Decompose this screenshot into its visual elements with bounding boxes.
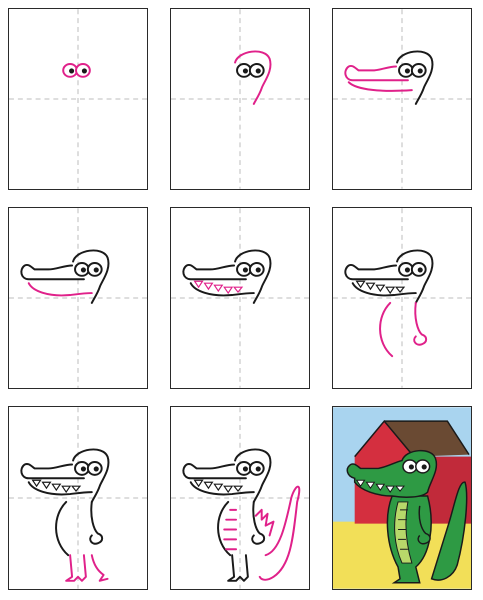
step-3-drawing [333,9,471,189]
step-panel-6 [332,207,472,389]
step-7-drawing [9,407,147,589]
step-panel-9-colored [332,406,472,590]
step-4-drawing [9,208,147,388]
colored-final-drawing [333,407,471,589]
step-6-drawing [333,208,471,388]
step-8-drawing [171,407,309,589]
step-panel-5 [170,207,310,389]
step-panel-2 [170,8,310,190]
step-5-drawing [171,208,309,388]
step-2-drawing [171,9,309,189]
step-panel-8 [170,406,310,590]
step-panel-4 [8,207,148,389]
eyes-drawing [236,63,265,78]
step-panel-1 [8,8,148,190]
step-panel-7 [8,406,148,590]
eyes-new-drawing [62,63,91,78]
step-panel-3 [332,8,472,190]
step-1-drawing [9,9,147,189]
